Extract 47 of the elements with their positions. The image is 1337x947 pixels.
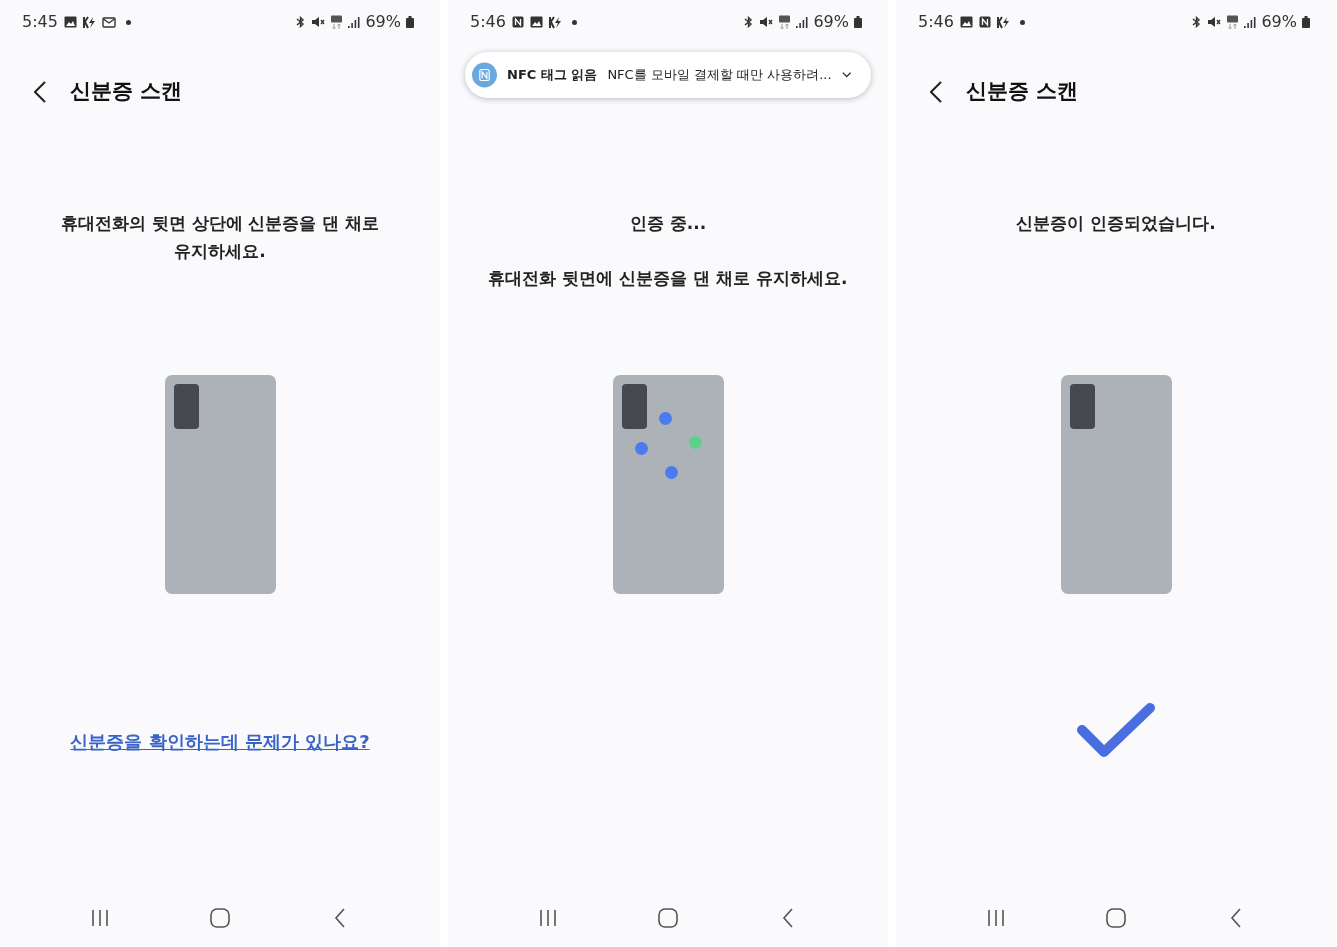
status-time: 5:46 bbox=[470, 11, 506, 33]
battery-icon bbox=[854, 16, 862, 28]
nfc-icon bbox=[978, 16, 991, 28]
nfc-icon bbox=[511, 16, 524, 28]
nfc-icon bbox=[472, 59, 498, 91]
signal-icon bbox=[1244, 16, 1257, 28]
notification-title: NFC 태그 읽음 bbox=[507, 66, 598, 85]
charging-off-icon bbox=[548, 15, 562, 29]
camera-module bbox=[621, 384, 647, 429]
page-title: 신분증 스캔 bbox=[966, 78, 1079, 106]
network-icon bbox=[778, 14, 792, 30]
chevron-down-icon bbox=[841, 71, 851, 79]
instruction-text: 휴대전화의 뒷면 상단에 신분증을 댄 채로 유지하세요. bbox=[59, 212, 381, 263]
battery-icon bbox=[406, 16, 414, 28]
back-button[interactable] bbox=[928, 79, 944, 105]
help-link[interactable]: 신분증을 확인하는데 문제가 있나요? bbox=[70, 728, 370, 755]
network-icon bbox=[1226, 14, 1240, 30]
battery-icon bbox=[1302, 16, 1310, 28]
charging-off-icon bbox=[82, 15, 96, 29]
signal-icon bbox=[348, 16, 361, 28]
notification-banner[interactable]: NFC 태그 읽음 NFC를 모바일 결제할 때만 사용하려... bbox=[465, 52, 871, 98]
battery-percent: 69% bbox=[813, 11, 849, 33]
home-button[interactable] bbox=[1104, 907, 1128, 929]
status-time: 5:45 bbox=[22, 11, 58, 33]
instruction-text: 인증 중... bbox=[629, 212, 707, 235]
mute-icon bbox=[759, 16, 774, 28]
battery-percent: 69% bbox=[1261, 11, 1297, 33]
image-icon bbox=[529, 16, 543, 28]
battery-percent: 69% bbox=[365, 11, 401, 33]
mute-icon bbox=[311, 16, 326, 28]
network-icon bbox=[330, 14, 344, 30]
signal-icon bbox=[796, 16, 809, 28]
page-title: 신분증 스캔 bbox=[70, 78, 183, 106]
back-button[interactable] bbox=[32, 79, 48, 105]
mail-icon bbox=[101, 16, 116, 28]
camera-module bbox=[173, 384, 199, 429]
charging-off-icon bbox=[996, 15, 1010, 29]
home-button[interactable] bbox=[208, 907, 232, 929]
image-icon bbox=[63, 16, 77, 28]
status-time: 5:46 bbox=[918, 11, 954, 33]
instruction-text: 신분증이 인증되었습니다. bbox=[1016, 212, 1216, 235]
notification-text: NFC를 모바일 결제할 때만 사용하려... bbox=[607, 66, 832, 85]
home-button[interactable] bbox=[656, 907, 680, 929]
camera-module bbox=[1069, 384, 1095, 429]
instruction-text: 휴대전화 뒷면에 신분증을 댄 채로 유지하세요. bbox=[488, 267, 848, 290]
image-icon bbox=[959, 16, 973, 28]
mute-icon bbox=[1207, 16, 1222, 28]
